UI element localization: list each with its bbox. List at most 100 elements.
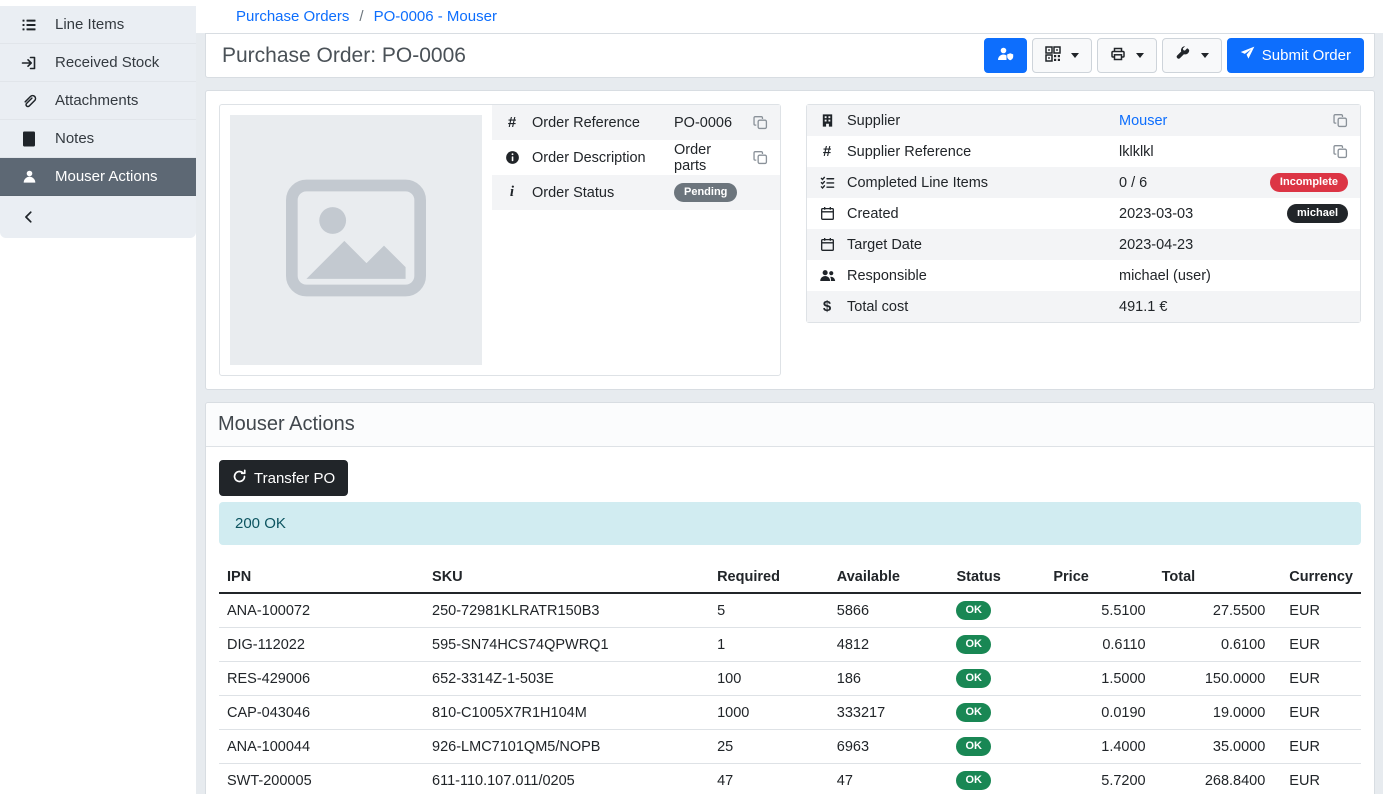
order-reference-value: PO-0006 — [674, 115, 745, 131]
status-cell: OK — [948, 730, 1045, 764]
supplier-link[interactable]: Mouser — [1119, 113, 1325, 129]
completed-line-items-value: 0 / 6 — [1119, 175, 1262, 191]
copy-button[interactable] — [753, 115, 768, 130]
breadcrumb-link-purchase-orders[interactable]: Purchase Orders — [236, 8, 349, 25]
order-details-table: # Order Reference PO-0006 Order Descript… — [492, 105, 780, 210]
breadcrumb-link-current-order[interactable]: PO-0006 - Mouser — [374, 8, 497, 25]
mouser-actions-panel: Mouser Actions Transfer PO 200 OK IPNSKU… — [205, 402, 1375, 794]
available-cell: 47 — [829, 764, 949, 794]
required-cell: 1 — [709, 628, 829, 662]
building-icon — [807, 113, 847, 128]
paperclip-icon — [20, 93, 38, 109]
sidebar-collapse-button[interactable] — [0, 196, 196, 238]
required-cell: 1000 — [709, 696, 829, 730]
sidebar-item-received-stock[interactable]: Received Stock — [0, 44, 196, 82]
panel-header: Mouser Actions — [206, 403, 1374, 447]
available-cell: 4812 — [829, 628, 949, 662]
panel-title: Mouser Actions — [218, 413, 1362, 436]
detail-row-target-date: Target Date 2023-04-23 — [807, 229, 1360, 260]
required-cell: 25 — [709, 730, 829, 764]
created-by-badge: michael — [1287, 204, 1348, 223]
sidebar-item-mouser-actions[interactable]: Mouser Actions — [0, 158, 196, 196]
calendar-icon — [807, 237, 847, 252]
header-actions: Submit Order — [984, 38, 1364, 73]
order-description-value: Order parts — [674, 142, 745, 174]
ok-status-badge: OK — [956, 771, 991, 790]
status-cell: OK — [948, 662, 1045, 696]
sidebar-item-label: Mouser Actions — [55, 168, 158, 185]
currency-cell: EUR — [1273, 662, 1361, 696]
column-header-sku: SKU — [424, 562, 709, 593]
table-row: SWT-200005611-110.107.011/02054747OK5.72… — [219, 764, 1361, 794]
table-row: RES-429006652-3314Z-1-503E100186OK1.5000… — [219, 662, 1361, 696]
barcode-actions-button[interactable] — [1032, 38, 1092, 73]
available-cell: 333217 — [829, 696, 949, 730]
sidebar-item-label: Received Stock — [55, 54, 159, 71]
status-cell: OK — [948, 593, 1045, 628]
order-status-badge: Pending — [674, 183, 737, 202]
person-shield-icon — [997, 46, 1014, 66]
list-icon — [20, 17, 38, 33]
detail-row-supplier-reference: # Supplier Reference lklklkl — [807, 136, 1360, 167]
required-cell: 5 — [709, 593, 829, 628]
info-circle-icon — [492, 150, 532, 165]
hash-icon: # — [492, 114, 532, 131]
sidebar-item-line-items[interactable]: Line Items — [0, 6, 196, 44]
caret-down-icon — [1136, 53, 1144, 58]
ok-status-badge: OK — [956, 601, 991, 620]
price-cell: 5.7200 — [1045, 764, 1153, 794]
responsible-value: michael (user) — [1119, 268, 1360, 284]
actions-table: IPNSKURequiredAvailableStatusPriceTotalC… — [219, 562, 1361, 794]
required-cell: 100 — [709, 662, 829, 696]
column-header-ipn: IPN — [219, 562, 424, 593]
status-cell: OK — [948, 628, 1045, 662]
order-details-card: # Order Reference PO-0006 Order Descript… — [219, 104, 781, 376]
actions-table-head: IPNSKURequiredAvailableStatusPriceTotalC… — [219, 562, 1361, 593]
submit-order-button[interactable]: Submit Order — [1227, 38, 1364, 73]
copy-button[interactable] — [753, 150, 768, 165]
sku-cell: 926-LMC7101QM5/NOPB — [424, 730, 709, 764]
available-cell: 5866 — [829, 593, 949, 628]
actions-table-head-row: IPNSKURequiredAvailableStatusPriceTotalC… — [219, 562, 1361, 593]
users-icon — [807, 268, 847, 283]
ipn-cell: ANA-100072 — [219, 593, 424, 628]
caret-down-icon — [1201, 53, 1209, 58]
detail-label: Supplier Reference — [847, 144, 1119, 160]
available-cell: 6963 — [829, 730, 949, 764]
order-image-placeholder[interactable] — [230, 115, 482, 365]
price-cell: 5.5100 — [1045, 593, 1153, 628]
print-actions-button[interactable] — [1097, 38, 1157, 73]
sidebar-item-attachments[interactable]: Attachments — [0, 82, 196, 120]
breadcrumb: Purchase Orders / PO-0006 - Mouser — [196, 0, 1383, 33]
sidebar-item-notes[interactable]: Notes — [0, 120, 196, 158]
detail-row-responsible: Responsible michael (user) — [807, 260, 1360, 291]
total-cell: 0.6100 — [1154, 628, 1274, 662]
column-header-available: Available — [829, 562, 949, 593]
order-actions-button[interactable] — [1162, 38, 1222, 73]
breadcrumb-separator: / — [359, 8, 363, 25]
detail-label: Completed Line Items — [847, 175, 1119, 191]
sidebar-item-label: Line Items — [55, 16, 124, 33]
copy-button[interactable] — [1333, 113, 1348, 128]
main-content: Purchase Orders / PO-0006 - Mouser Purch… — [196, 0, 1383, 794]
status-cell: OK — [948, 764, 1045, 794]
table-row: ANA-100072250-72981KLRATR150B355866OK5.5… — [219, 593, 1361, 628]
supplier-details-card: Supplier Mouser # Supplier Reference lkl… — [806, 104, 1361, 323]
ok-status-badge: OK — [956, 737, 991, 756]
copy-button[interactable] — [1333, 144, 1348, 159]
sku-cell: 611-110.107.011/0205 — [424, 764, 709, 794]
caret-down-icon — [1071, 53, 1079, 58]
total-cell: 27.5500 — [1154, 593, 1274, 628]
column-header-currency: Currency — [1273, 562, 1361, 593]
detail-row-created: Created 2023-03-03 michael — [807, 198, 1360, 229]
total-cell: 35.0000 — [1154, 730, 1274, 764]
price-cell: 0.0190 — [1045, 696, 1153, 730]
admin-button[interactable] — [984, 38, 1027, 73]
table-row: ANA-100044926-LMC7101QM5/NOPB256963OK1.4… — [219, 730, 1361, 764]
info-italic-icon: i — [492, 184, 532, 201]
transfer-po-button[interactable]: Transfer PO — [219, 460, 348, 496]
ipn-cell: DIG-112022 — [219, 628, 424, 662]
total-cell: 268.8400 — [1154, 764, 1274, 794]
currency-cell: EUR — [1273, 730, 1361, 764]
table-row: CAP-043046810-C1005X7R1H104M1000333217OK… — [219, 696, 1361, 730]
